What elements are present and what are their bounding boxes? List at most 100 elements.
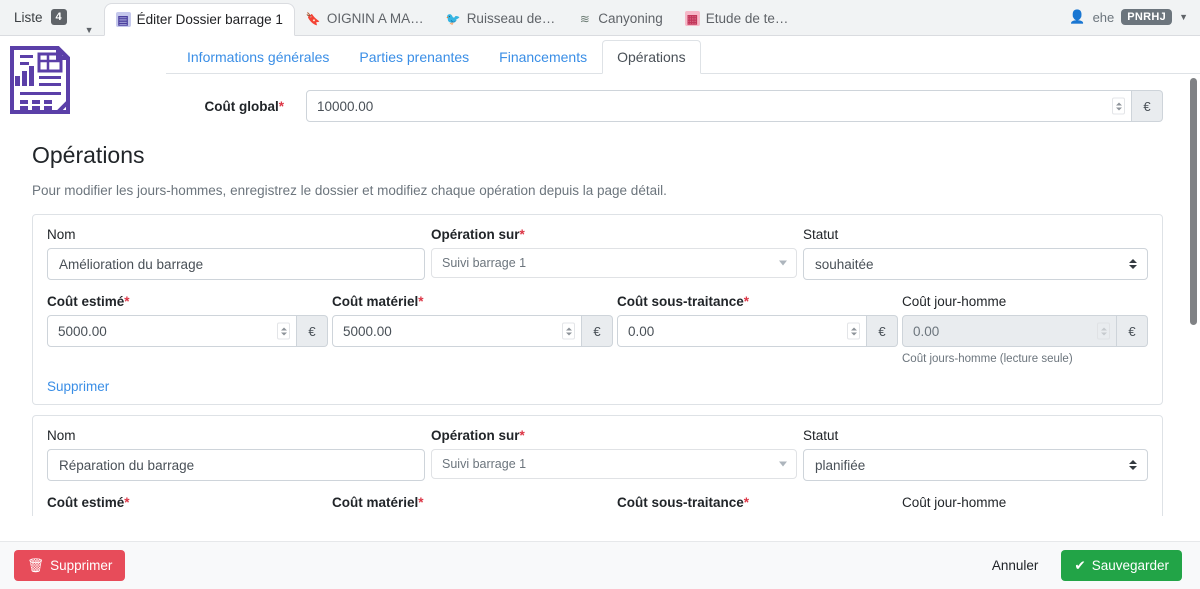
operations-description: Pour modifier les jours-hommes, enregist… [32, 183, 667, 198]
bird-favicon-icon: 🐦 [445, 11, 461, 26]
input-group-cout-estime: € [47, 315, 328, 347]
field-operation-sur: Opération sur* Suivi barrage 1 [431, 227, 797, 280]
tab-financements[interactable]: Financements [484, 40, 602, 74]
operation-top-row: Nom Opération sur* Suivi barrage 1 S [47, 428, 1148, 481]
input-cout-materiel[interactable] [332, 315, 582, 347]
global-cost-row: Coût global* € [166, 74, 1200, 122]
updown-arrows-icon [1129, 460, 1137, 470]
label-cout-sous-traitance: Coût sous-traitance* [617, 294, 898, 309]
label-cout-materiel: Coût matériel* [332, 294, 613, 309]
input-nom[interactable] [47, 449, 425, 481]
tab-parties-prenantes[interactable]: Parties prenantes [344, 40, 484, 74]
stepper-cout-jour-homme [1097, 322, 1110, 340]
tab-group-chevron-down-icon[interactable]: ▼ [73, 25, 104, 35]
stepper-cout-sous-traitance[interactable] [847, 322, 860, 340]
required-asterisk: * [278, 98, 284, 114]
tab-group-label: Liste [14, 9, 43, 25]
field-statut: Statut souhaitée [803, 227, 1148, 280]
delete-button-label: Supprimer [50, 558, 113, 573]
select-operation-sur[interactable]: Suivi barrage 1 [431, 248, 797, 278]
select-operation-sur[interactable]: Suivi barrage 1 [431, 449, 797, 479]
select-statut-value: souhaitée [815, 256, 874, 272]
delete-dossier-button[interactable]: 🗑 Supprimer [14, 550, 126, 581]
operation-card-1: Nom Opération sur* Suivi barrage 1 S [32, 415, 1163, 520]
operations-title: Opérations [32, 142, 145, 168]
label-operation-sur-text: Opération sur [431, 227, 520, 242]
label-nom: Nom [47, 227, 76, 242]
vertical-scrollbar[interactable] [1190, 78, 1197, 519]
label-statut: Statut [803, 428, 839, 443]
operation-card-0: Nom Opération sur* Suivi barrage 1 S [32, 214, 1163, 405]
label-operation-sur: Opération sur* [431, 227, 797, 242]
label-operation-sur-text: Opération sur [431, 428, 520, 443]
select-statut[interactable]: planifiée [803, 449, 1148, 481]
required-asterisk: * [124, 495, 130, 510]
hint-cout-jour-homme: Coût jours-homme (lecture seule) [902, 353, 1073, 365]
select-operation-sur-value: Suivi barrage 1 [442, 256, 527, 270]
person-icon: 👤 [1069, 9, 1086, 24]
document-favicon-icon: ▤ [115, 12, 131, 27]
tab-operations[interactable]: Opérations [602, 40, 701, 74]
browser-tab-0[interactable]: ▤ Éditer Dossier barrage 1 [103, 3, 295, 36]
user-org-badge: PNRHJ [1121, 9, 1173, 25]
global-cost-label-text: Coût global [204, 98, 279, 114]
browser-tab-4[interactable]: ▦ Etude de te… [673, 2, 800, 35]
label-cout-estime: Coût estimé* [47, 495, 328, 510]
required-asterisk: * [418, 495, 424, 510]
required-asterisk: * [519, 428, 525, 443]
field-cout-materiel: Coût matériel* € [332, 294, 613, 365]
browser-tab-label: OIGNIN A MA… [326, 11, 424, 26]
delete-operation-link[interactable]: Supprimer [47, 379, 109, 394]
scroll-region: Informations générales Parties prenantes… [0, 36, 1200, 520]
label-cout-materiel-text: Coût matériel [332, 294, 419, 309]
field-cout-sous-traitance: Coût sous-traitance* € [617, 294, 898, 365]
label-nom: Nom [47, 428, 76, 443]
trash-icon: 🗑 [27, 557, 45, 573]
field-cout-estime: Coût estimé* € [47, 294, 328, 365]
currency-suffix-euro: € [582, 315, 613, 347]
global-cost-stepper[interactable] [1112, 97, 1125, 115]
input-nom[interactable] [47, 248, 425, 280]
global-cost-input[interactable] [306, 90, 1132, 122]
select-operation-sur-value: Suivi barrage 1 [442, 457, 527, 471]
label-cout-materiel: Coût matériel* [332, 495, 613, 510]
input-cout-estime[interactable] [47, 315, 297, 347]
stepper-cout-estime[interactable] [277, 322, 290, 340]
field-cout-jour-homme: Coût jour-homme € Coût jours-homme (lect… [902, 294, 1148, 365]
label-operation-sur: Opération sur* [431, 428, 797, 443]
field-operation-sur: Opération sur* Suivi barrage 1 [431, 428, 797, 481]
currency-suffix-euro: € [1117, 315, 1148, 347]
tab-informations-generales[interactable]: Informations générales [172, 40, 344, 74]
cancel-button[interactable]: Annuler [979, 550, 1052, 581]
input-cout-sous-traitance[interactable] [617, 315, 867, 347]
input-group-cout-sous-traitance: € [617, 315, 898, 347]
global-cost-label: Coût global* [166, 99, 306, 114]
bulb-favicon-icon: 🔖 [305, 11, 321, 26]
tab-group-liste[interactable]: Liste 4 [0, 2, 73, 32]
browser-tab-2[interactable]: 🐦 Ruisseau de… [434, 2, 567, 35]
global-cost-number-wrap [306, 90, 1132, 122]
scrollbar-thumb[interactable] [1190, 78, 1197, 325]
browser-tab-label: Etude de te… [705, 11, 789, 26]
num-wrap-cout-jour-homme [902, 315, 1117, 347]
browser-tab-1[interactable]: 🔖 OIGNIN A MA… [294, 2, 435, 35]
form-nav-tabs: Informations générales Parties prenantes… [166, 36, 1200, 74]
save-button-label: Sauvegarder [1091, 558, 1169, 573]
field-nom: Nom [47, 428, 425, 481]
save-button[interactable]: ✔︎ Sauvegarder [1061, 550, 1182, 581]
input-cout-jour-homme [902, 315, 1117, 347]
label-cout-materiel-text: Coût matériel [332, 495, 419, 510]
select-statut[interactable]: souhaitée [803, 248, 1148, 280]
label-cout-sous-traitance: Coût sous-traitance* [617, 495, 898, 510]
user-menu[interactable]: 👤 ehe PNRHJ ▼ [1069, 0, 1200, 35]
input-group-cout-materiel: € [332, 315, 613, 347]
chevron-down-icon [779, 461, 787, 467]
browser-tab-3[interactable]: ≋ Canyoning [566, 2, 674, 35]
label-cout-estime-text: Coût estimé [47, 495, 125, 510]
label-cout-estime-text: Coût estimé [47, 294, 125, 309]
user-chevron-down-icon[interactable]: ▼ [1179, 12, 1188, 22]
page-body: Informations générales Parties prenantes… [0, 36, 1200, 589]
label-cout-sous-traitance-text: Coût sous-traitance [617, 294, 744, 309]
num-wrap-cout-sous-traitance [617, 315, 867, 347]
stepper-cout-materiel[interactable] [562, 322, 575, 340]
